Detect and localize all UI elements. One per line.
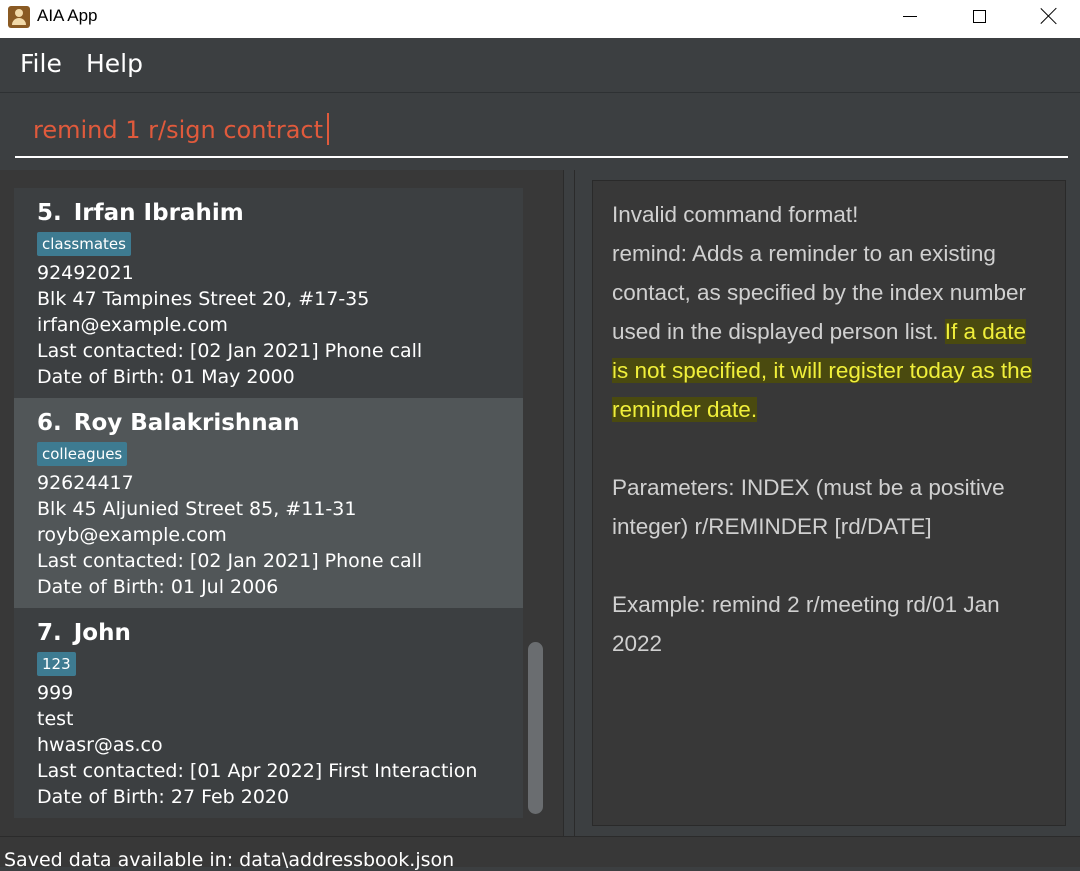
person-last-contacted: Last contacted: [01 Apr 2022] First Inte… bbox=[37, 760, 478, 782]
result-parameters: Parameters: INDEX (must be a positive in… bbox=[612, 475, 1005, 539]
person-dob: Date of Birth: 01 May 2000 bbox=[37, 366, 295, 388]
text-caret bbox=[327, 113, 330, 145]
result-usage: remind: Adds a reminder to an existing c… bbox=[612, 234, 1047, 429]
command-area: remind 1 r/sign contract bbox=[0, 93, 1080, 170]
person-name-row: 7. John bbox=[37, 620, 523, 646]
person-tag: classmates bbox=[37, 232, 131, 256]
status-text: Saved data available in: data\addressboo… bbox=[4, 849, 455, 871]
result-text: Invalid command format! remind: Adds a r… bbox=[612, 195, 1047, 663]
person-last-contacted: Last contacted: [02 Jan 2021] Phone call bbox=[37, 340, 423, 362]
person-name: Roy Balakrishnan bbox=[73, 410, 300, 436]
menu-help[interactable]: Help bbox=[86, 49, 143, 78]
close-icon bbox=[1040, 7, 1058, 25]
result-panel: Invalid command format! remind: Adds a r… bbox=[576, 170, 1080, 836]
menu-bar: File Help bbox=[0, 38, 1080, 93]
person-list: 5. Irfan Ibrahim classmates 92492021 Blk … bbox=[0, 170, 563, 836]
result-example: Example: remind 2 r/meeting rd/01 Jan 20… bbox=[612, 592, 1000, 656]
result-error: Invalid command format! bbox=[612, 202, 859, 227]
person-address: Blk 45 Aljunied Street 85, #11-31 bbox=[37, 498, 357, 520]
person-email: irfan@example.com bbox=[37, 314, 228, 336]
command-text: remind 1 r/sign contract bbox=[33, 113, 330, 145]
person-name-row: 6. Roy Balakrishnan bbox=[37, 410, 523, 436]
contact-book-icon bbox=[8, 6, 30, 28]
status-bar: Saved data available in: data\addressboo… bbox=[0, 836, 1080, 871]
person-phone: 92492021 bbox=[37, 262, 134, 284]
minimize-button[interactable] bbox=[875, 0, 945, 32]
person-name: John bbox=[73, 620, 131, 646]
close-button[interactable] bbox=[1014, 0, 1080, 32]
person-phone: 999 bbox=[37, 682, 74, 704]
title-bar: AIA App bbox=[0, 0, 1080, 38]
person-dob: Date of Birth: 27 Feb 2020 bbox=[37, 786, 290, 808]
maximize-icon bbox=[972, 9, 986, 23]
person-card-selected[interactable]: 6. Roy Balakrishnan colleagues 92624417 B… bbox=[14, 398, 523, 608]
person-tag: colleagues bbox=[37, 442, 128, 466]
window-title: AIA App bbox=[37, 6, 98, 25]
command-input[interactable]: remind 1 r/sign contract bbox=[15, 108, 1068, 158]
person-card[interactable]: 5. Irfan Ibrahim classmates 92492021 Blk … bbox=[14, 188, 523, 398]
person-index: 7. bbox=[37, 620, 62, 646]
minimize-icon bbox=[903, 15, 917, 17]
person-card[interactable]: 7. John 123 999 test hwasr@as.co Last con… bbox=[14, 608, 523, 818]
person-index: 5. bbox=[37, 200, 62, 226]
maximize-button[interactable] bbox=[944, 0, 1014, 32]
menu-file[interactable]: File bbox=[20, 49, 62, 78]
split-pane-divider[interactable] bbox=[563, 170, 575, 836]
command-value: remind 1 r/sign contract bbox=[33, 116, 324, 144]
person-address: Blk 47 Tampines Street 20, #17-35 bbox=[37, 288, 370, 310]
person-email: royb@example.com bbox=[37, 524, 227, 546]
person-name: Irfan Ibrahim bbox=[73, 200, 244, 226]
person-phone: 92624417 bbox=[37, 472, 134, 494]
person-email: hwasr@as.co bbox=[37, 734, 163, 756]
person-last-contacted: Last contacted: [02 Jan 2021] Phone call bbox=[37, 550, 423, 572]
person-name-row: 5. Irfan Ibrahim bbox=[37, 200, 523, 226]
person-tag: 123 bbox=[37, 652, 76, 676]
person-dob: Date of Birth: 01 Jul 2006 bbox=[37, 576, 279, 598]
person-index: 6. bbox=[37, 410, 62, 436]
list-scrollbar-thumb[interactable] bbox=[528, 642, 543, 814]
person-address: test bbox=[37, 708, 74, 730]
result-display: Invalid command format! remind: Adds a r… bbox=[592, 180, 1066, 826]
